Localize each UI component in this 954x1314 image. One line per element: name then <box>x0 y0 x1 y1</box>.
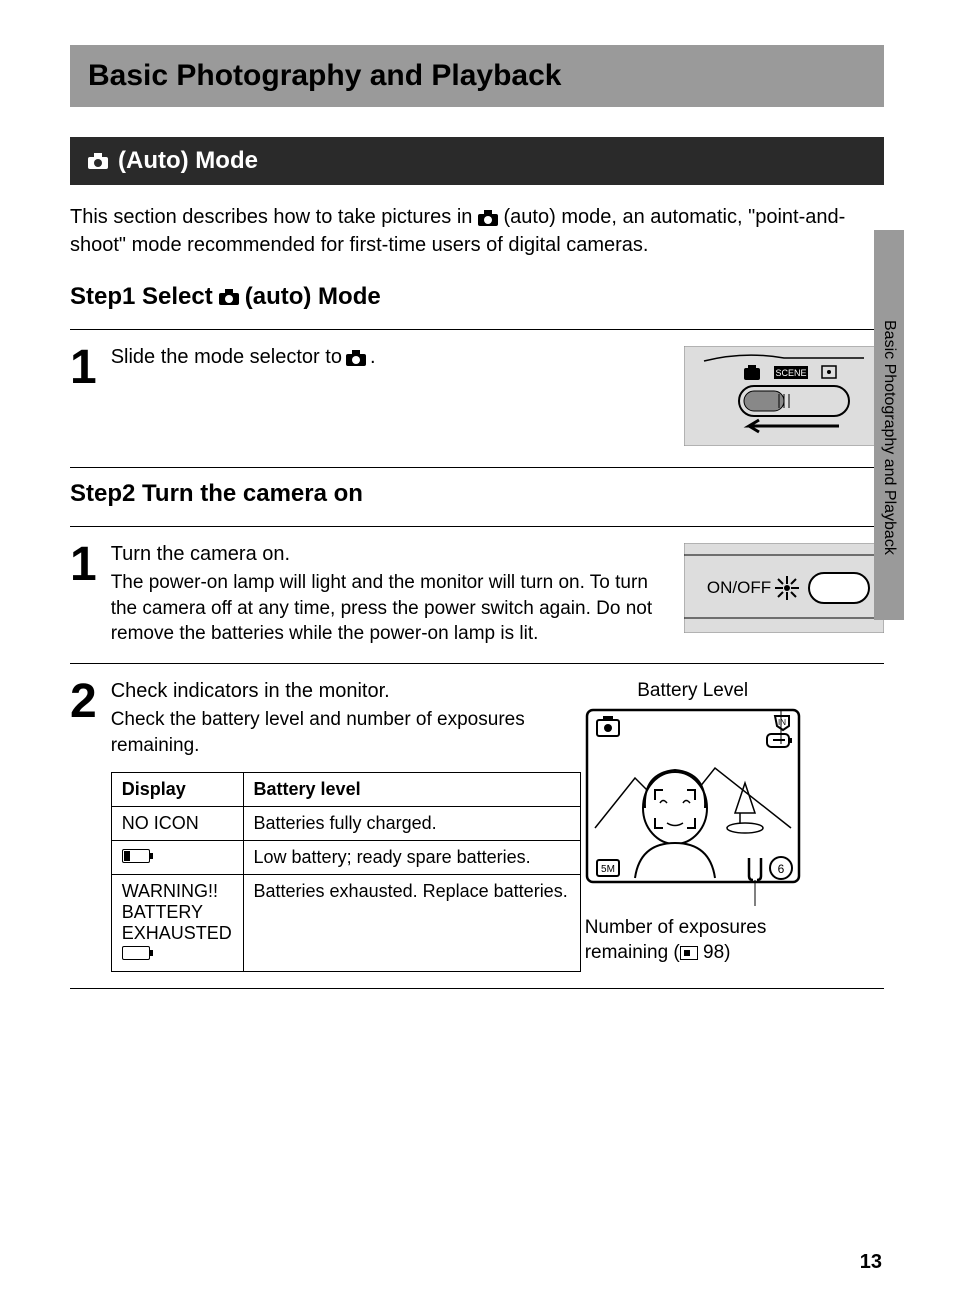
battery-table: Display Battery level NO ICON Batteries … <box>111 772 581 972</box>
table-cell: NO ICON <box>111 807 243 841</box>
camera-icon <box>346 350 366 366</box>
table-cell <box>111 841 243 875</box>
reference-icon <box>680 946 698 960</box>
chapter-title: Basic Photography and Playback <box>88 59 866 93</box>
step2-1-title: Turn the camera on. <box>111 543 670 566</box>
camera-icon <box>478 210 498 226</box>
step-number: 1 <box>70 346 97 389</box>
monitor-illustration: Battery Level IN <box>585 680 801 965</box>
battery-level-caption: Battery Level <box>637 680 748 702</box>
svg-text:6: 6 <box>777 862 784 876</box>
table-cell: WARNING!! BATTERY EXHAUSTED <box>111 875 243 972</box>
svg-text:ON/OFF: ON/OFF <box>707 578 771 597</box>
step2-2-desc: Check the battery level and number of ex… <box>111 707 571 758</box>
svg-text:5M: 5M <box>601 864 615 875</box>
section-header: (Auto) Mode <box>70 137 884 185</box>
table-row: NO ICON Batteries fully charged. <box>111 807 580 841</box>
step2-2-block: 2 Check indicators in the monitor. Check… <box>70 664 884 988</box>
step1-block: 1 Slide the mode selector to . SCENE <box>70 330 884 467</box>
page-content: Basic Photography and Playback (Auto) Mo… <box>0 0 954 989</box>
chapter-header: Basic Photography and Playback <box>70 45 884 107</box>
step1-title: Slide the mode selector to . <box>111 346 670 369</box>
table-header-level: Battery level <box>243 773 580 807</box>
intro-text: This section describes how to take pictu… <box>70 203 884 259</box>
table-cell: Batteries fully charged. <box>243 807 580 841</box>
exposures-caption: Number of exposures remaining ( 98) <box>585 916 801 965</box>
table-cell: Batteries exhausted. Replace batteries. <box>243 875 580 972</box>
table-row: Low battery; ready spare batteries. <box>111 841 580 875</box>
step2-2-title: Check indicators in the monitor. <box>111 680 571 703</box>
step2-heading: Step2 Turn the camera on <box>70 480 884 508</box>
divider <box>70 988 884 989</box>
step-number: 2 <box>70 680 97 723</box>
camera-icon <box>219 289 239 305</box>
svg-text:IN: IN <box>778 718 786 727</box>
camera-icon <box>88 153 108 169</box>
table-row: Display Battery level <box>111 773 580 807</box>
svg-text:SCENE: SCENE <box>775 368 806 378</box>
section-title: (Auto) Mode <box>118 147 258 175</box>
step1-heading: Step1 Select (auto) Mode <box>70 283 884 311</box>
step2-1-block: 1 Turn the camera on. The power-on lamp … <box>70 527 884 663</box>
battery-empty-icon <box>122 946 150 960</box>
mode-selector-illustration: SCENE <box>684 346 884 451</box>
sidebar-label: Basic Photography and Playback <box>880 320 898 555</box>
divider <box>70 467 884 468</box>
step-number: 1 <box>70 543 97 586</box>
page-number: 13 <box>860 1251 882 1274</box>
step2-1-desc: The power-on lamp will light and the mon… <box>111 570 670 647</box>
power-switch-illustration: ON/OFF <box>684 543 884 638</box>
table-header-display: Display <box>111 773 243 807</box>
battery-low-icon <box>122 849 150 863</box>
table-row: WARNING!! BATTERY EXHAUSTED Batteries ex… <box>111 875 580 972</box>
table-cell: Low battery; ready spare batteries. <box>243 841 580 875</box>
